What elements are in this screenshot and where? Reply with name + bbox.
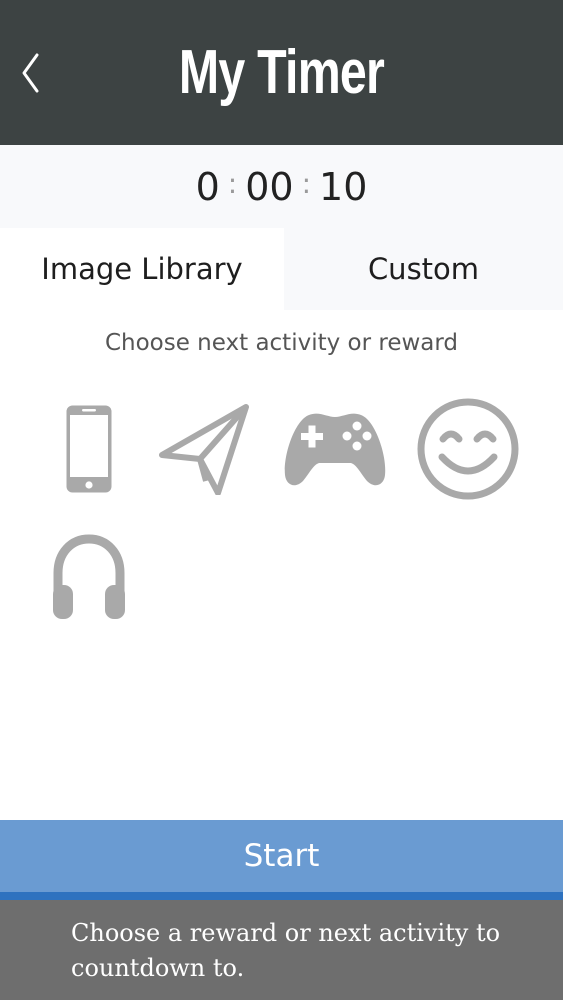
- timer-separator: :: [301, 167, 312, 200]
- tab-image-library[interactable]: Image Library: [0, 228, 284, 310]
- activity-smiley[interactable]: [413, 394, 523, 504]
- tab-label: Custom: [367, 252, 480, 286]
- headphones-icon: [53, 534, 125, 619]
- back-button[interactable]: [0, 30, 60, 115]
- hint-banner: Choose a reward or next activity to coun…: [0, 900, 563, 1000]
- chevron-left-icon: [22, 53, 39, 92]
- timer-display[interactable]: 0 : 00 : 10: [0, 145, 563, 228]
- timer-separator: :: [227, 167, 238, 200]
- phone-icon: [66, 405, 112, 493]
- start-button-label: Start: [243, 838, 320, 874]
- hint-text: Choose a reward or next activity to coun…: [71, 919, 501, 982]
- page-title: My Timer: [178, 38, 385, 107]
- activity-prompt: Choose next activity or reward: [104, 330, 459, 356]
- timer-hours: 0: [195, 164, 220, 209]
- activity-paper-plane[interactable]: [149, 394, 259, 504]
- start-button[interactable]: Start: [0, 820, 563, 900]
- timer-seconds: 10: [319, 164, 368, 209]
- activity-headphones[interactable]: [34, 522, 144, 632]
- header: My Timer: [0, 0, 563, 145]
- tab-label: Image Library: [41, 252, 243, 286]
- activity-phone[interactable]: [34, 394, 144, 504]
- timer-minutes: 00: [245, 164, 294, 209]
- tab-bar: Image Library Custom: [0, 228, 563, 310]
- tab-custom[interactable]: Custom: [284, 228, 563, 310]
- game-controller-icon: [284, 413, 386, 486]
- timer-app: My Timer 0 : 00 : 10 Image Library Custo…: [0, 0, 563, 1000]
- activity-game-controller[interactable]: [280, 394, 390, 504]
- smiley-face-icon: [417, 398, 519, 500]
- paper-plane-icon: [159, 404, 249, 495]
